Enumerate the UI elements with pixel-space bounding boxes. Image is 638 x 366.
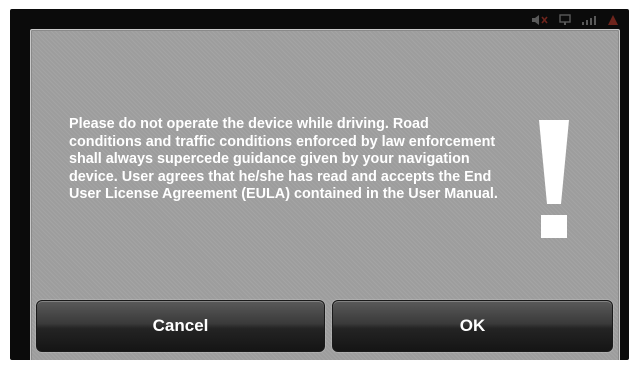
warning-dialog: Please do not operate the device while d… bbox=[30, 29, 620, 360]
status-bar bbox=[531, 9, 619, 31]
device-screen: Please do not operate the device while d… bbox=[10, 9, 629, 360]
ok-button-label: OK bbox=[459, 316, 486, 335]
alert-icon[interactable] bbox=[607, 14, 619, 26]
cancel-button[interactable]: Cancel bbox=[36, 300, 325, 352]
signal-icon[interactable] bbox=[581, 14, 597, 26]
cancel-button-label: Cancel bbox=[152, 316, 209, 335]
warning-message: Please do not operate the device while d… bbox=[69, 116, 498, 202]
ok-button[interactable]: OK bbox=[332, 300, 613, 352]
exclamation-icon bbox=[539, 120, 569, 238]
gps-icon[interactable] bbox=[559, 14, 571, 26]
volume-muted-icon[interactable] bbox=[531, 14, 549, 26]
